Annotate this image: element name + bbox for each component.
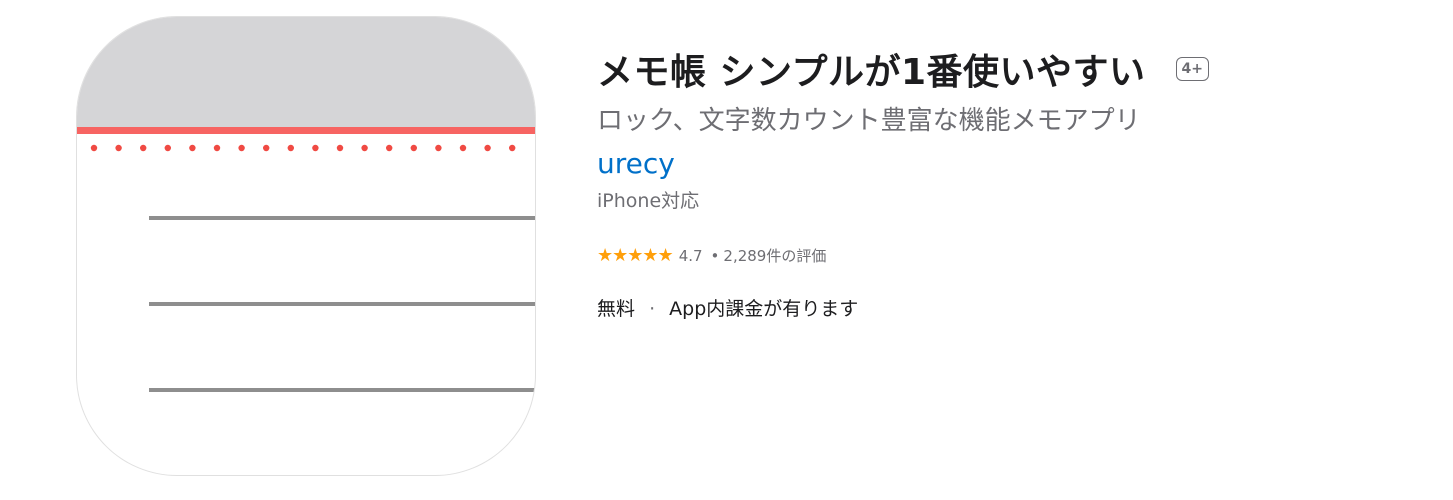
icon-dot xyxy=(115,144,122,152)
icon-dot xyxy=(336,144,344,152)
icon-dot xyxy=(238,144,245,152)
icon-dot xyxy=(361,144,368,152)
in-app-purchases-label: App内課金が有ります xyxy=(669,298,859,320)
icon-dot xyxy=(90,144,98,152)
icon-dot xyxy=(312,144,319,152)
icon-dot xyxy=(509,144,516,152)
device-support: iPhone対応 xyxy=(597,190,700,212)
icon-dot xyxy=(213,144,221,152)
icon-red-line xyxy=(77,127,535,134)
icon-dot xyxy=(410,144,417,152)
icon-dot xyxy=(164,144,171,152)
icon-dot xyxy=(484,144,491,152)
icon-dot xyxy=(435,144,442,152)
price-separator: · xyxy=(649,298,656,320)
icon-dot xyxy=(287,144,294,152)
icon-dot xyxy=(189,144,196,152)
age-rating-badge: 4+ xyxy=(1175,57,1209,81)
rating-row: ★★★★★ 4.7 • 2,289件の評価 xyxy=(597,245,1417,266)
rating-value: 4.7 xyxy=(678,246,703,265)
icon-rule-line xyxy=(149,388,535,392)
rating-bullet: • xyxy=(710,246,720,265)
icon-dot xyxy=(140,144,147,152)
icon-dot xyxy=(386,144,393,152)
icon-dot xyxy=(263,144,270,152)
app-subtitle: ロック、文字数カウント豊富な機能メモアプリ xyxy=(597,106,1141,136)
icon-header-band xyxy=(77,17,535,127)
app-header: メモ帳 シンプルが1番使いやすい 4+ ロック、文字数カウント豊富な機能メモアプ… xyxy=(597,40,1417,321)
developer-link[interactable]: urecy xyxy=(597,147,675,180)
rating-count: 2,289件の評価 xyxy=(723,247,827,265)
star-rating-icon: ★★★★★ xyxy=(597,245,674,266)
icon-dotted-line xyxy=(90,144,516,152)
icon-dot xyxy=(459,144,467,152)
app-icon xyxy=(77,17,535,475)
app-title: メモ帳 シンプルが1番使いやすい xyxy=(597,52,1146,93)
icon-rule-line xyxy=(149,302,535,306)
icon-rule-line xyxy=(149,216,535,220)
price-row: 無料 · App内課金が有ります xyxy=(597,294,1417,321)
price-label: 無料 xyxy=(597,298,636,320)
title-row: メモ帳 シンプルが1番使いやすい 4+ xyxy=(597,40,1417,98)
